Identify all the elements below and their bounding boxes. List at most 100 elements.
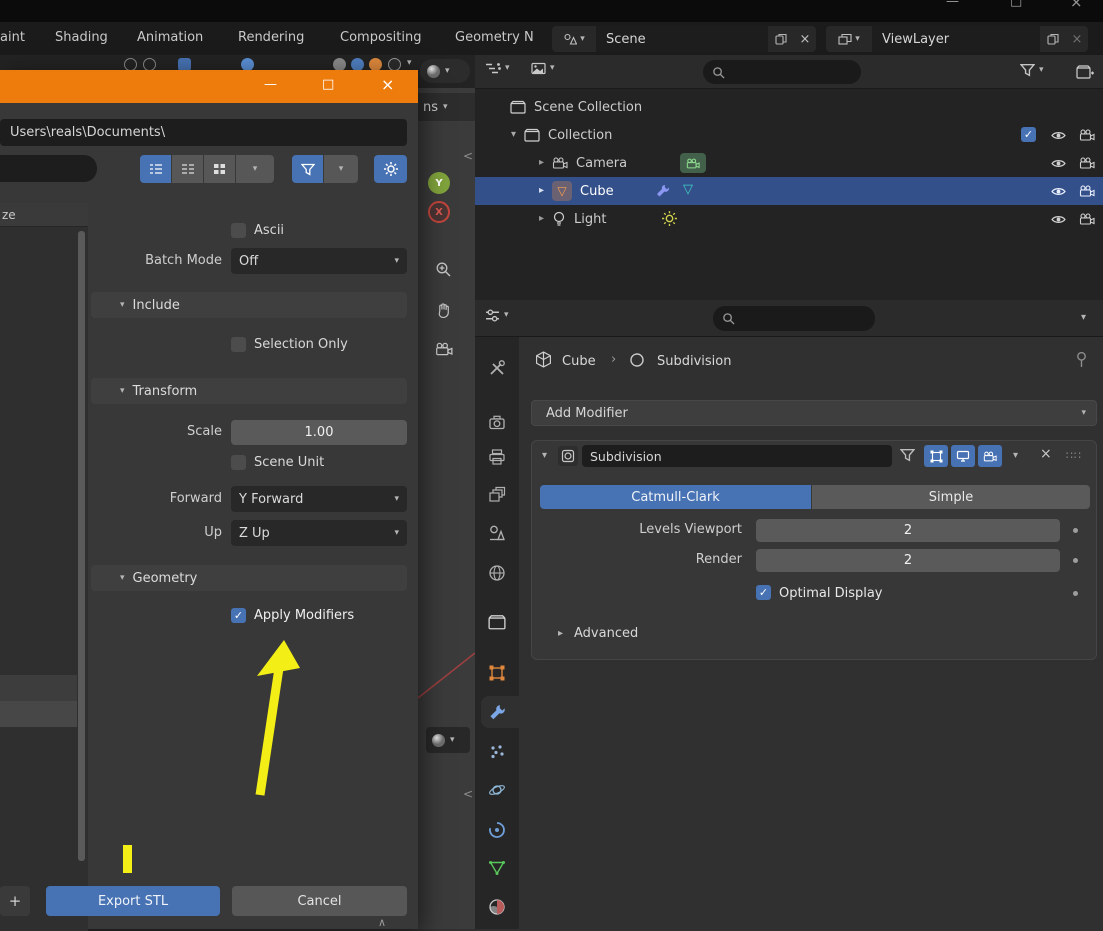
camera-restrict-icon[interactable] — [1079, 213, 1095, 225]
outliner-row-collection[interactable]: ▾ Collection ✓ — [475, 121, 1103, 149]
options-gear-button[interactable] — [374, 155, 407, 183]
file-row[interactable] — [0, 701, 77, 727]
expand-arrow-icon[interactable]: ▸ — [539, 158, 544, 168]
delete-modifier-button[interactable]: × — [1040, 446, 1052, 462]
tab-view-layer-icon[interactable] — [488, 486, 506, 504]
decorator-dot[interactable] — [1073, 528, 1078, 533]
outliner-display-mode-dropdown[interactable]: ▾ — [485, 62, 510, 75]
scroll-up-indicator[interactable]: ∧ — [378, 916, 386, 929]
properties-options-dropdown[interactable]: ▾ — [1081, 313, 1086, 323]
subdivision-type-simple-button[interactable]: Simple — [812, 485, 1090, 509]
workspace-tab-shading[interactable]: Shading — [55, 30, 108, 45]
display-settings-dropdown[interactable]: ▾ — [236, 155, 274, 183]
window-maximize-button[interactable]: □ — [1010, 0, 1022, 9]
tab-render-icon[interactable] — [488, 414, 506, 432]
workspace-tab-geometry-nodes[interactable]: Geometry N — [455, 30, 547, 45]
editor-type-dropdown[interactable]: ▾ — [485, 309, 509, 322]
transform-section-header[interactable]: ▾ Transform — [91, 378, 407, 404]
tab-object-icon[interactable] — [488, 664, 506, 682]
outliner-filter-dropdown[interactable]: ▾ — [1020, 63, 1044, 77]
camera-restrict-icon[interactable] — [1079, 185, 1095, 197]
file-path-input[interactable]: Users\reals\Documents\ — [0, 119, 407, 146]
tab-world-icon[interactable] — [488, 564, 506, 582]
ascii-checkbox[interactable] — [231, 223, 246, 238]
export-stl-button[interactable]: Export STL — [46, 886, 220, 916]
breadcrumb-modifier-name[interactable]: Subdivision — [657, 354, 732, 369]
increment-filename-button[interactable]: + — [0, 886, 30, 916]
decorator-dot[interactable] — [1073, 591, 1078, 596]
new-collection-button[interactable] — [1072, 60, 1097, 84]
tab-scene-icon[interactable] — [488, 524, 506, 542]
sidebar-collapse-arrow-lower[interactable]: < — [463, 787, 473, 801]
tab-particles-icon[interactable] — [488, 743, 506, 761]
up-dropdown[interactable]: Z Up ▾ — [231, 520, 407, 546]
optimal-display-checkbox[interactable]: ✓ — [756, 585, 771, 600]
apply-modifiers-checkbox[interactable]: ✓ — [231, 608, 246, 623]
view-layer-name-field[interactable]: ViewLayer — [872, 26, 1040, 52]
filter-settings-dropdown[interactable]: ▾ — [324, 155, 358, 183]
workspace-tab-rendering[interactable]: Rendering — [238, 30, 304, 45]
camera-restrict-icon[interactable] — [1079, 129, 1095, 141]
eye-icon[interactable] — [1051, 158, 1066, 169]
expand-arrow-icon[interactable]: ▸ — [539, 214, 544, 224]
tab-physics-icon[interactable] — [488, 781, 506, 799]
file-row[interactable] — [0, 675, 77, 701]
workspace-tab-animation[interactable]: Animation — [137, 30, 203, 45]
advanced-expand-arrow[interactable]: ▸ — [558, 629, 563, 639]
dialog-maximize-button[interactable]: □ — [322, 77, 334, 92]
vertical-list-view-button[interactable] — [140, 155, 171, 183]
advanced-section-label[interactable]: Advanced — [574, 626, 638, 641]
camera-restrict-icon[interactable] — [1079, 157, 1095, 169]
expand-arrow-icon[interactable]: ▾ — [511, 130, 516, 140]
cancel-button[interactable]: Cancel — [232, 886, 407, 916]
levels-viewport-field[interactable]: 2 — [756, 519, 1060, 542]
expand-arrow-icon[interactable]: ▸ — [539, 186, 544, 196]
outliner-row-cube[interactable]: ▸ ▽ Cube ▽ — [475, 177, 1103, 205]
remove-view-layer-button[interactable]: × — [1066, 26, 1088, 52]
scene-name-field[interactable]: Scene — [596, 26, 768, 52]
edit-mode-toggle[interactable] — [924, 445, 948, 467]
window-close-button[interactable]: × — [1070, 0, 1083, 11]
realtime-display-toggle[interactable] — [951, 445, 975, 467]
breadcrumb-object-name[interactable]: Cube — [562, 354, 596, 369]
tab-output-icon[interactable] — [488, 448, 506, 466]
properties-search-input[interactable] — [713, 306, 875, 331]
on-cage-toggle-icon[interactable] — [900, 448, 915, 462]
tab-constraints-icon[interactable] — [488, 821, 506, 839]
eye-icon[interactable] — [1051, 214, 1066, 225]
modifier-extras-dropdown[interactable]: ▾ — [1013, 451, 1018, 461]
camera-data-badge[interactable] — [680, 153, 706, 173]
new-scene-button[interactable] — [768, 26, 794, 52]
batch-mode-dropdown[interactable]: Off ▾ — [231, 248, 407, 274]
drag-handle-icon[interactable]: ∷∷ — [1066, 449, 1082, 462]
unlink-scene-button[interactable]: × — [794, 26, 816, 52]
thumbnail-view-button[interactable] — [204, 155, 235, 183]
mesh-data-icon[interactable]: ▽ — [683, 182, 693, 197]
dialog-titlebar[interactable]: — □ × — [0, 70, 418, 103]
tab-object-data-icon[interactable] — [488, 859, 506, 877]
file-list-scrollbar[interactable] — [78, 231, 85, 861]
tab-collection-icon[interactable] — [488, 614, 506, 630]
workspace-tab-compositing[interactable]: Compositing — [340, 30, 422, 45]
new-view-layer-button[interactable] — [1040, 26, 1066, 52]
decorator-dot[interactable] — [1073, 558, 1078, 563]
modifier-name-field[interactable]: Subdivision — [582, 445, 892, 467]
collection-checkbox[interactable]: ✓ — [1021, 127, 1036, 142]
window-minimize-button[interactable]: — — [946, 0, 959, 9]
scene-unit-checkbox[interactable] — [231, 455, 246, 470]
size-column-header[interactable]: ze — [0, 203, 88, 227]
modifier-wrench-icon[interactable] — [655, 183, 670, 198]
outliner-row-camera[interactable]: ▸ Camera — [475, 149, 1103, 177]
eye-icon[interactable] — [1051, 186, 1066, 197]
add-modifier-dropdown[interactable]: Add Modifier ▾ — [531, 400, 1097, 426]
panel-expand-arrow[interactable]: ▾ — [542, 451, 547, 461]
selection-only-checkbox[interactable] — [231, 337, 246, 352]
render-display-toggle[interactable] — [978, 445, 1002, 467]
outliner-row-light[interactable]: ▸ Light — [475, 205, 1103, 233]
render-levels-field[interactable]: 2 — [756, 549, 1060, 572]
tab-material-icon[interactable] — [488, 898, 506, 916]
horizontal-list-view-button[interactable] — [172, 155, 203, 183]
tab-tool-icon[interactable] — [488, 359, 506, 377]
tab-modifiers-icon[interactable] — [488, 703, 506, 721]
view-layer-browse-button[interactable]: ▾ — [826, 26, 872, 52]
